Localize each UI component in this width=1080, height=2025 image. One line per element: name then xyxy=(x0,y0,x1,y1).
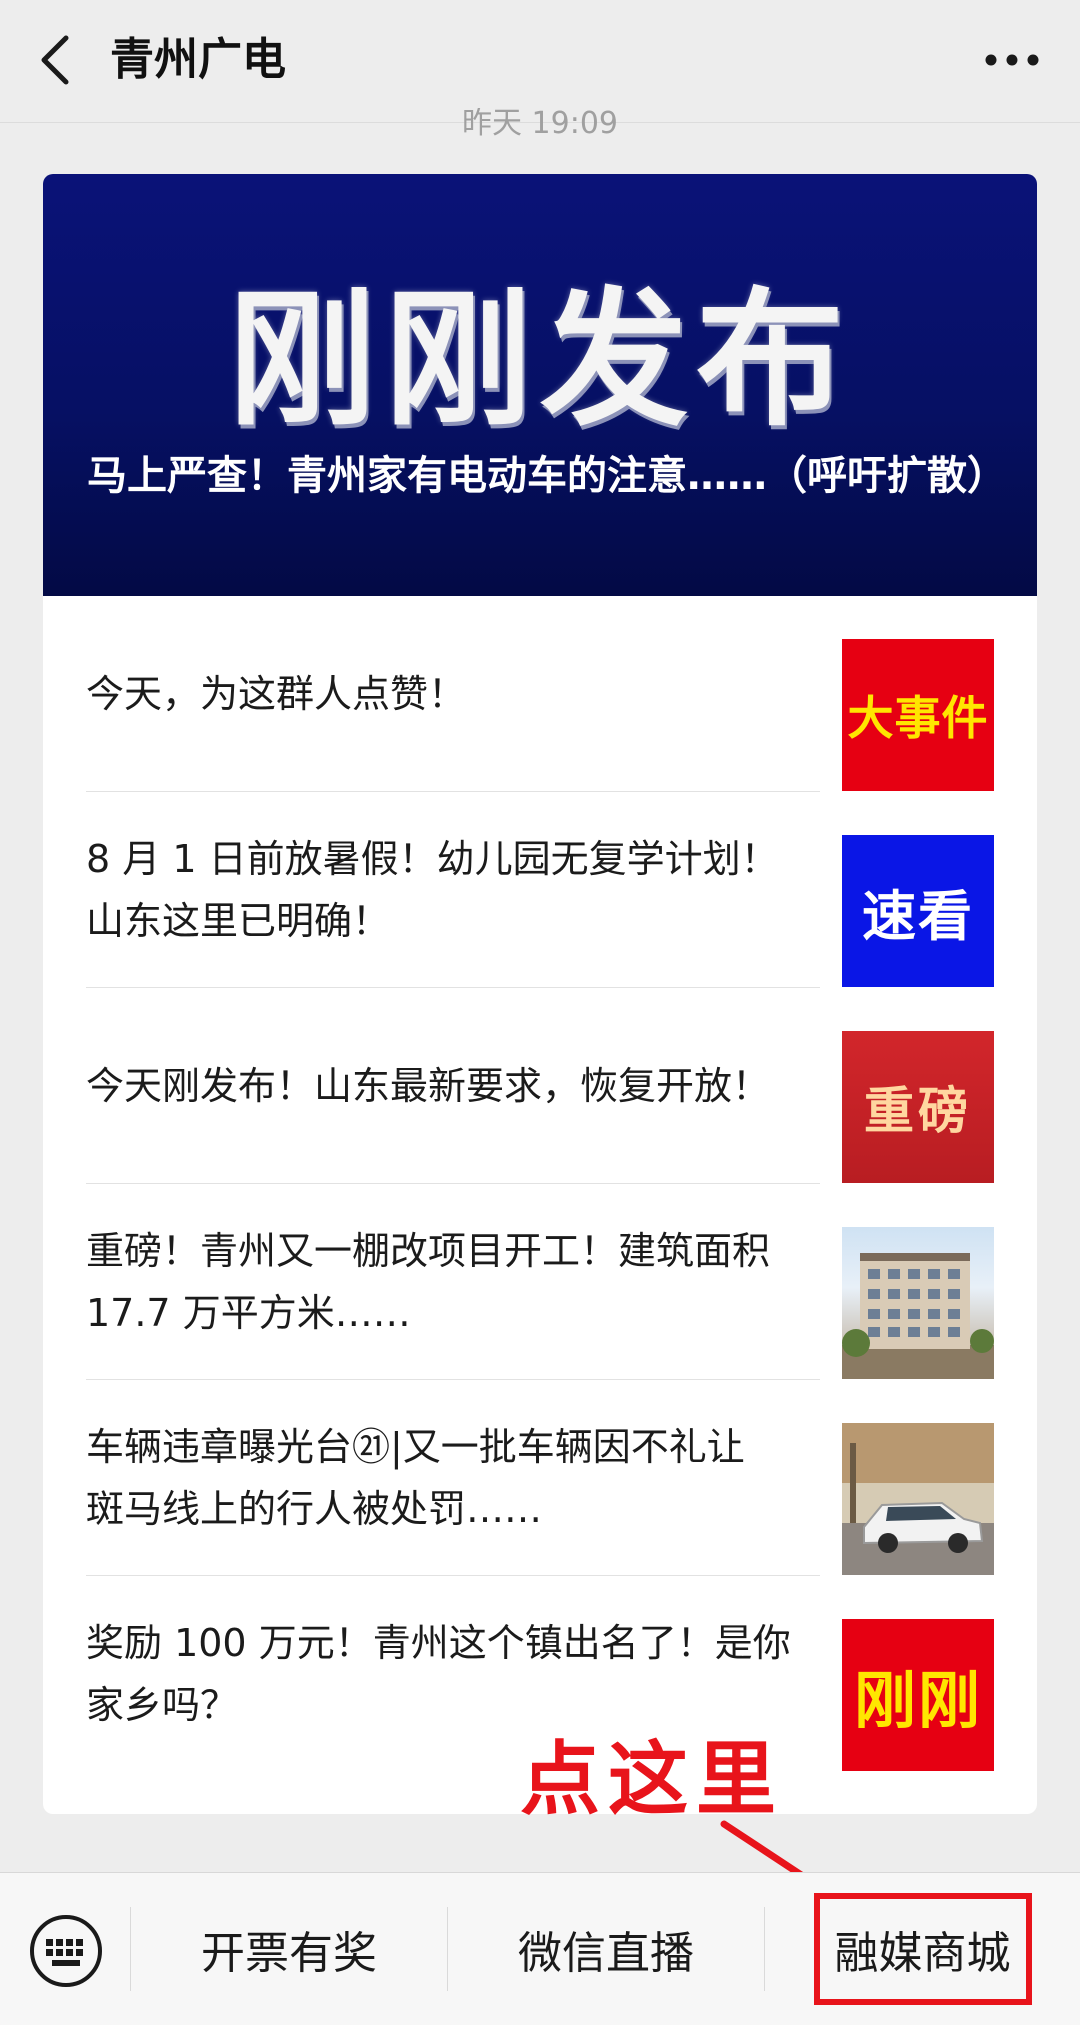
banner-caption: 马上严查！青州家有电动车的注意……（呼吁扩散） xyxy=(87,453,1007,499)
back-button[interactable] xyxy=(26,30,86,90)
building-icon xyxy=(842,1253,994,1379)
article-card: 刚刚发布 马上严查！青州家有电动车的注意……（呼吁扩散） 今天，为这群人点赞！ … xyxy=(43,174,1037,1814)
article-thumbnail: 速看 xyxy=(842,835,994,987)
article-title: 重磅！青州又一棚改项目开工！建筑面积 17.7 万平方米…… xyxy=(86,1229,771,1335)
highlight-box xyxy=(814,1893,1032,2005)
list-item[interactable]: 重磅！青州又一棚改项目开工！建筑面积 17.7 万平方米…… xyxy=(86,1184,994,1380)
article-thumbnail: 大事件 xyxy=(842,639,994,791)
page-title: 青州广电 xyxy=(110,34,286,85)
list-item[interactable]: 今天刚发布！山东最新要求，恢复开放！ 重磅 xyxy=(86,988,994,1184)
more-button[interactable] xyxy=(982,40,1042,80)
list-item[interactable]: 8 月 1 日前放暑假！幼儿园无复学计划！ 山东这里已明确！ 速看 xyxy=(86,792,994,988)
car-icon xyxy=(842,1423,994,1575)
top-nav-bar: 青州广电 xyxy=(0,0,1080,123)
article-title: 8 月 1 日前放暑假！幼儿园无复学计划！ 山东这里已明确！ xyxy=(86,837,779,943)
menu-item-invoice[interactable]: 开票有奖 xyxy=(131,1893,447,2005)
keyboard-toggle-button[interactable] xyxy=(28,1913,104,1989)
car-photo-thumbnail xyxy=(842,1423,994,1575)
more-dots-icon xyxy=(985,54,1039,66)
article-thumbnail: 刚刚 xyxy=(842,1619,994,1771)
chevron-left-icon xyxy=(41,35,69,85)
message-timestamp: 昨天 19:09 xyxy=(462,108,618,140)
building-photo-thumbnail xyxy=(842,1227,994,1379)
annotation-label: 点这里 xyxy=(520,1733,784,1826)
article-title: 今天刚发布！山东最新要求，恢复开放！ xyxy=(86,1064,771,1108)
article-title: 今天，为这群人点赞！ xyxy=(86,672,467,716)
menu-item-live[interactable]: 微信直播 xyxy=(448,1893,764,2005)
article-title: 车辆违章曝光台㉑|又一批车辆因不礼让 斑马线上的行人被处罚…… xyxy=(86,1425,745,1531)
banner-headline: 刚刚发布 xyxy=(228,272,852,446)
keyboard-icon xyxy=(30,1915,102,1987)
featured-article-banner[interactable]: 刚刚发布 马上严查！青州家有电动车的注意……（呼吁扩散） xyxy=(43,174,1037,596)
list-item[interactable]: 今天，为这群人点赞！ 大事件 xyxy=(86,596,994,792)
list-item[interactable]: 车辆违章曝光台㉑|又一批车辆因不礼让 斑马线上的行人被处罚…… xyxy=(86,1380,994,1576)
article-thumbnail: 重磅 xyxy=(842,1031,994,1183)
